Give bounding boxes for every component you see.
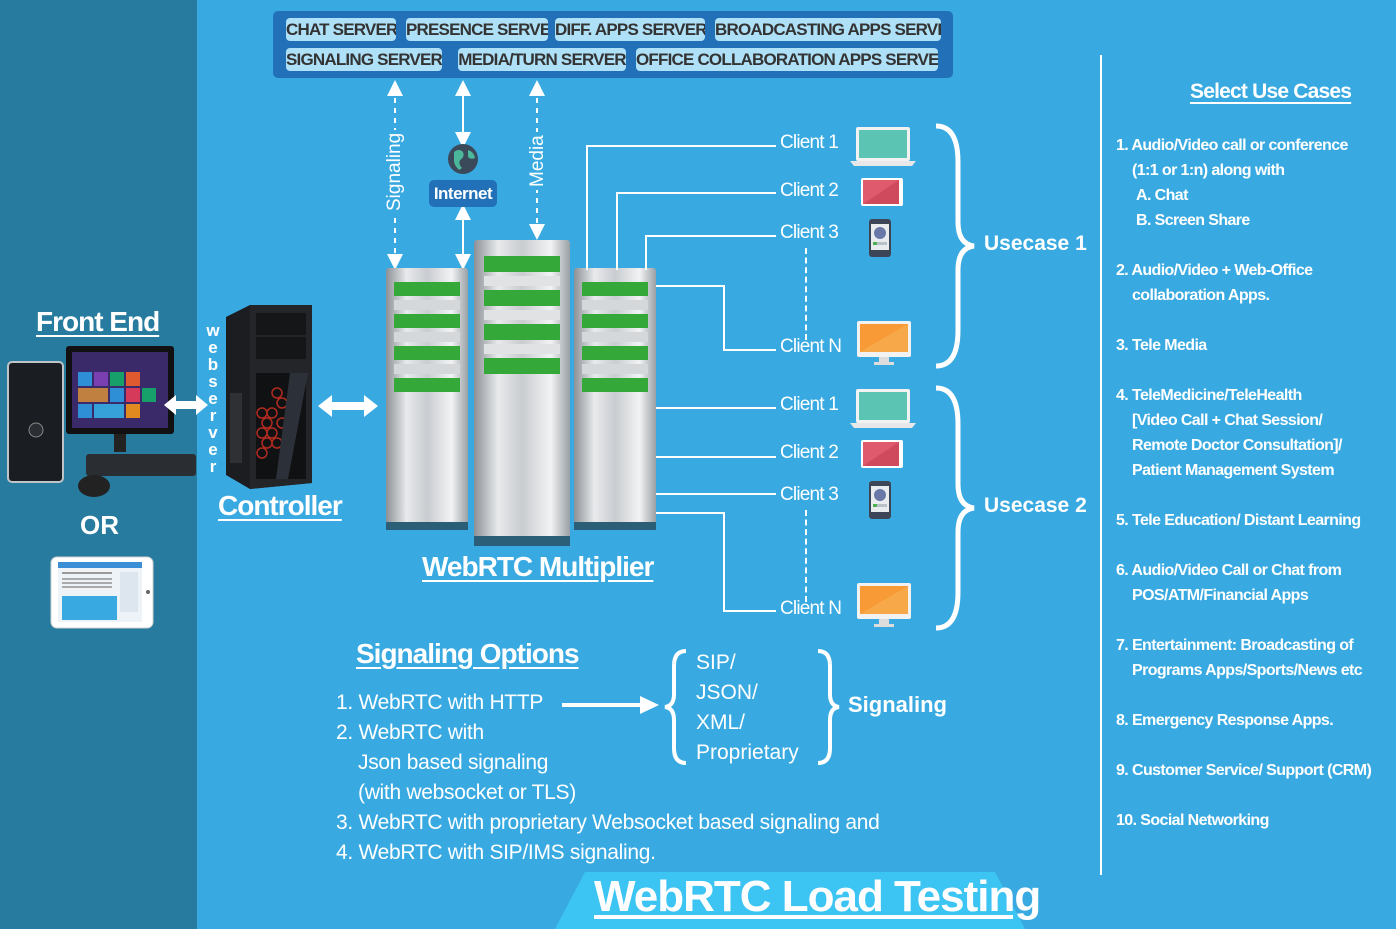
connector-line (586, 145, 588, 270)
signaling-option: (with websocket or TLS) (358, 781, 576, 804)
server-chip: OFFICE COLLABORATION APPS SERVER (636, 48, 938, 71)
server-chip: CHAT SERVER (286, 18, 396, 41)
connector-line (616, 192, 776, 194)
client-label: Client 3 (780, 484, 839, 505)
desktop-computer-icon (7, 346, 196, 497)
use-case-item: 5. Tele Education/ Distant Learning (1116, 512, 1361, 529)
server-chip: DIFF. APPS SERVER (555, 18, 705, 41)
connector-line (656, 456, 776, 458)
server-chip: MEDIA/TURN SERVER (458, 48, 626, 71)
media-link-label: Media (527, 132, 549, 190)
laptop-icon (850, 389, 916, 428)
use-cases-list: 1. Audio/Video call or conference (1:1 o… (1116, 133, 1391, 858)
use-cases-title: Select Use Cases (1190, 80, 1352, 103)
client-label: Client N (780, 598, 842, 619)
signaling-protocols-label: Signaling (848, 692, 947, 717)
client-label: Client 2 (780, 180, 839, 201)
use-case-item: 1. Audio/Video call or conference (1:1 o… (1116, 137, 1348, 229)
client-label: Client 3 (780, 222, 839, 243)
protocol-item: XML/ (696, 711, 746, 734)
client-label: Client N (780, 336, 842, 357)
use-case-item: 4. TeleMedicine/TeleHealth [Video Call +… (1116, 387, 1342, 479)
smartphone-icon (869, 481, 891, 519)
page-title: WebRTC Load Testing (594, 872, 1041, 921)
desktop-monitor-icon (857, 583, 911, 627)
webrtc-multiplier-servers-icon (386, 240, 656, 546)
server-chip: PRESENCE SERVER (406, 18, 548, 41)
connector-line (656, 407, 776, 409)
usecase-2-brace (935, 385, 975, 631)
connector-line (723, 610, 776, 612)
connector-line (656, 285, 724, 287)
use-case-item: 3. Tele Media (1116, 337, 1207, 354)
connector-line (586, 145, 776, 147)
use-case-item: 8. Emergency Response Apps. (1116, 712, 1334, 729)
server-tower-right (574, 268, 656, 530)
tablet-screenshot-icon (50, 556, 154, 629)
signaling-link-label: Signaling (384, 129, 406, 214)
front-end-title: Front End (36, 306, 160, 337)
use-cases-divider (1100, 55, 1102, 875)
signaling-option: 4. WebRTC with SIP/IMS signaling. (336, 841, 656, 864)
controller-title: Controller (218, 490, 343, 521)
dashed-continuation (805, 248, 807, 340)
tablet-icon (861, 178, 903, 206)
connector-line (616, 192, 618, 270)
use-case-item: 7. Entertainment: Broadcasting of Progra… (1116, 637, 1363, 679)
client-label: Client 2 (780, 442, 839, 463)
tablet-icon (861, 440, 903, 468)
connector-line (645, 235, 776, 237)
connector-line (656, 512, 724, 514)
globe-icon (448, 144, 478, 174)
client-label: Client 1 (780, 132, 839, 153)
protocol-item: JSON/ (696, 681, 758, 704)
use-case-item: 10. Social Networking (1116, 812, 1269, 829)
usecase-1-label: Usecase 1 (984, 232, 1087, 255)
laptop-icon (850, 127, 916, 166)
controller-tower-icon (226, 305, 312, 489)
connector-line (723, 285, 725, 350)
or-label: OR (80, 510, 119, 540)
connector-line (723, 349, 776, 351)
server-chip: SIGNALING SERVER (286, 48, 442, 71)
usecase-1-brace (935, 123, 975, 369)
multiplier-title: WebRTC Multiplier (422, 551, 654, 582)
server-tower-left (386, 268, 468, 530)
http-to-protocols-arrow-icon (562, 696, 659, 714)
controller-multiplier-arrow-icon (318, 395, 378, 417)
connector-line (645, 235, 647, 270)
client-label: Client 1 (780, 394, 839, 415)
smartphone-icon (869, 219, 891, 257)
connector-line (656, 493, 776, 495)
use-case-item: 2. Audio/Video + Web-Office collaboratio… (1116, 262, 1313, 304)
dashed-continuation (805, 510, 807, 602)
connector-line (723, 512, 725, 611)
protocol-item: Proprietary (696, 741, 799, 764)
use-case-item: 9. Customer Service/ Support (CRM) (1116, 762, 1372, 779)
backend-servers-box: CHAT SERVER PRESENCE SERVER DIFF. APPS S… (273, 11, 953, 78)
desktop-monitor-icon (857, 321, 911, 365)
usecase-2-label: Usecase 2 (984, 494, 1087, 517)
server-chip: BROADCASTING APPS SERVER (715, 18, 941, 41)
signaling-protocols: SIP/ JSON/ XML/ Proprietary (696, 648, 799, 768)
server-tower-center (474, 240, 570, 546)
signaling-options-title: Signaling Options (356, 638, 580, 669)
signaling-option: 3. WebRTC with proprietary Websocket bas… (336, 811, 880, 834)
protocol-item: SIP/ (696, 651, 736, 674)
webserver-label: we bs er ve r (206, 321, 220, 476)
protocols-left-brace (664, 649, 687, 765)
bidirectional-arrow-icon (164, 395, 208, 415)
internet-label: Internet (429, 180, 497, 207)
protocols-right-brace (817, 649, 840, 765)
use-case-item: 6. Audio/Video Call or Chat from POS/ATM… (1116, 562, 1342, 604)
